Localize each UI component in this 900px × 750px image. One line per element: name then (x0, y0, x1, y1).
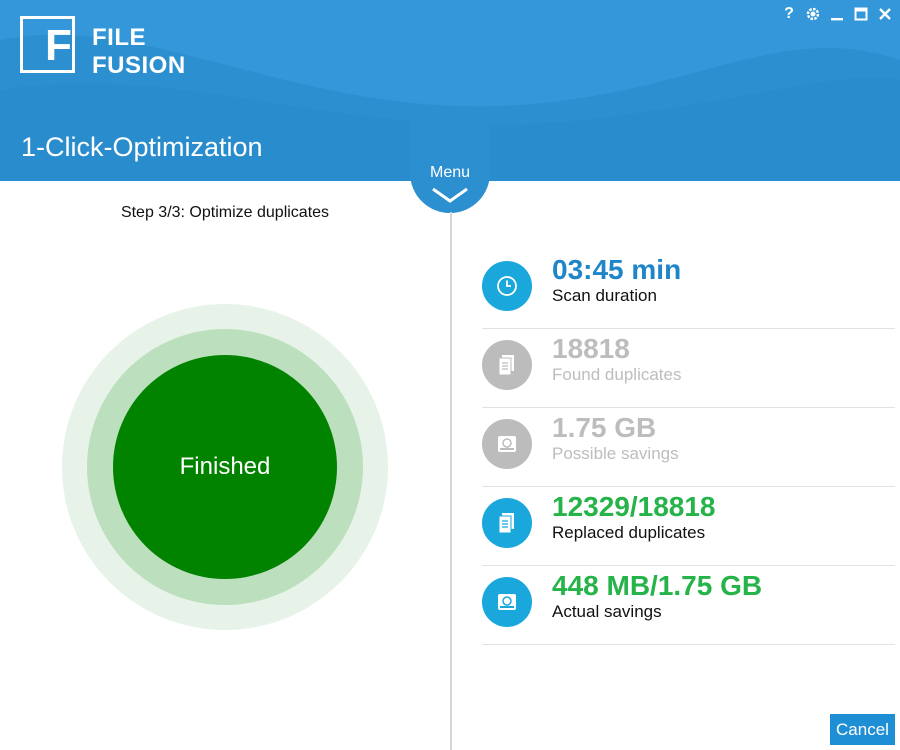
window-controls: ? (780, 2, 894, 26)
panel-divider (450, 212, 452, 750)
hard-drive-icon (482, 419, 532, 469)
hard-drive-icon (482, 577, 532, 627)
help-button[interactable]: ? (780, 4, 798, 24)
stat-label: Found duplicates (552, 365, 682, 384)
stat-value: 1.75 GB (552, 412, 657, 443)
minimize-icon (831, 18, 843, 21)
app-name-line1: FILE (92, 24, 146, 51)
stat-label: Possible savings (552, 444, 679, 463)
stat-label: Scan duration (552, 286, 657, 305)
stat-value: 448 MB/1.75 GB (552, 570, 763, 601)
minimize-button[interactable] (828, 4, 846, 24)
menu-label: Menu (429, 164, 471, 181)
stat-actual-savings: 448 MB/1.75 GB Actual savings (482, 566, 895, 645)
status-circle: Finished (113, 355, 337, 579)
stat-value: 03:45 min (552, 254, 682, 285)
stat-value: 18818 (552, 333, 630, 364)
chevron-down-icon (432, 187, 468, 203)
clock-icon (482, 261, 532, 311)
app-name: FILE FUSION (92, 24, 186, 80)
stat-possible-savings: 1.75 GB Possible savings (482, 408, 895, 487)
logo-letter: F (45, 21, 72, 70)
app-logo: F (20, 16, 75, 73)
stat-replaced-duplicates: 12329/18818 Replaced duplicates (482, 487, 895, 566)
stat-label: Replaced duplicates (552, 523, 706, 542)
stat-found-duplicates: 18818 Found duplicates (482, 329, 895, 408)
step-label: Step 3/3: Optimize duplicates (120, 204, 330, 221)
gear-icon (806, 7, 820, 21)
settings-button[interactable] (804, 4, 822, 24)
help-icon: ? (784, 5, 794, 22)
status-label: Finished (179, 453, 271, 480)
close-button[interactable] (876, 4, 894, 24)
document-icon (482, 498, 532, 548)
document-icon (482, 340, 532, 390)
maximize-button[interactable] (852, 4, 870, 24)
stat-label: Actual savings (552, 602, 662, 621)
cancel-button[interactable]: Cancel (830, 714, 895, 745)
menu-button[interactable]: Menu (410, 120, 490, 213)
app-name-line2: FUSION (92, 52, 186, 79)
stat-scan-duration: 03:45 min Scan duration (482, 250, 895, 329)
stat-value: 12329/18818 (552, 491, 716, 522)
maximize-icon (854, 7, 868, 21)
close-icon (879, 8, 891, 20)
page-title: 1-Click-Optimization (21, 132, 263, 162)
